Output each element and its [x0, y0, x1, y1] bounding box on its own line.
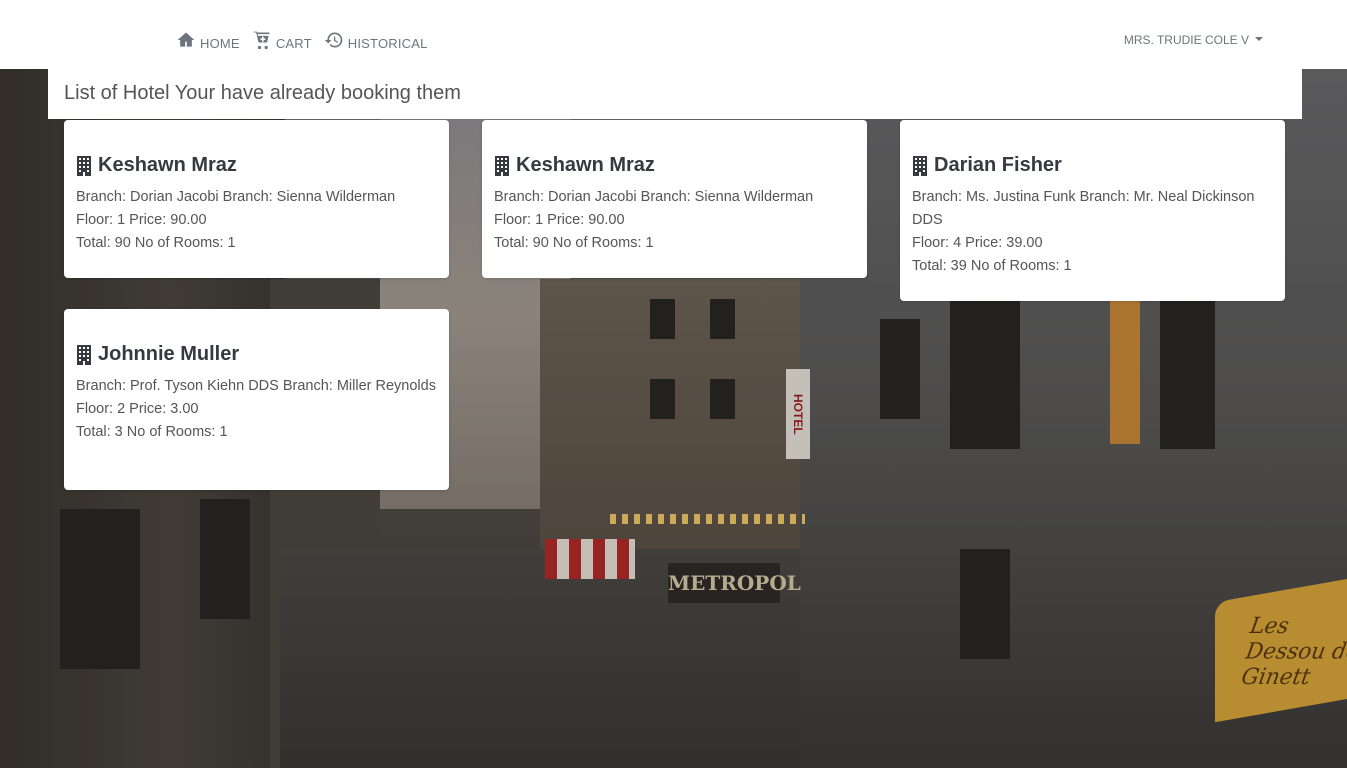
booking-total-rooms: Total: 39 No of Rooms: 1 — [912, 258, 1072, 274]
cart-icon — [253, 31, 270, 49]
top-navbar: HOME CART HISTORICAL MRS. TRUDIE COLE V — [0, 0, 1347, 69]
user-dropdown[interactable]: MRS. TRUDIE COLE V — [1124, 33, 1263, 47]
caret-down-icon — [1255, 37, 1263, 41]
nav-home-label: HOME — [200, 36, 240, 51]
hotel-name: Johnnie Muller — [98, 343, 240, 365]
booking-total-rooms: Total: 90 No of Rooms: 1 — [76, 235, 236, 251]
building-icon — [495, 155, 509, 176]
booking-floor-price: Floor: 4 Price: 39.00 — [912, 235, 1043, 251]
hotel-name: Keshawn Mraz — [516, 154, 655, 176]
nav-links: HOME CART HISTORICAL — [176, 28, 440, 51]
booking-branch: Branch: Dorian Jacobi Branch: Sienna Wil… — [494, 189, 814, 205]
booking-floor-price: Floor: 2 Price: 3.00 — [76, 401, 199, 417]
hotel-name: Darian Fisher — [934, 154, 1062, 176]
booking-branch: Branch: Prof. Tyson Kiehn DDS Branch: Mi… — [76, 378, 436, 394]
history-icon — [324, 32, 343, 47]
building-icon — [77, 155, 91, 176]
booking-branch: Branch: Dorian Jacobi Branch: Sienna Wil… — [76, 189, 396, 205]
booking-card: Darian Fisher Branch: Ms. Justina Funk B… — [900, 120, 1285, 301]
hotel-name: Keshawn Mraz — [98, 154, 237, 176]
building-icon — [913, 155, 927, 176]
nav-historical-link[interactable]: HISTORICAL — [324, 28, 428, 51]
booking-total-rooms: Total: 90 No of Rooms: 1 — [494, 235, 654, 251]
booking-card: Johnnie Muller Branch: Prof. Tyson Kiehn… — [64, 309, 449, 490]
nav-cart-label: CART — [275, 36, 312, 51]
booking-floor-price: Floor: 1 Price: 90.00 — [494, 212, 625, 228]
nav-historical-label: HISTORICAL — [347, 36, 428, 51]
booking-card-title: Johnnie Muller — [76, 343, 437, 366]
booking-floor-price: Floor: 1 Price: 90.00 — [76, 212, 207, 228]
booking-card: Keshawn Mraz Branch: Dorian Jacobi Branc… — [64, 120, 449, 278]
booking-card-title: Keshawn Mraz — [494, 154, 855, 177]
building-icon — [77, 344, 91, 365]
page-title: List of Hotel Your have already booking … — [48, 69, 1302, 119]
booking-card: Keshawn Mraz Branch: Dorian Jacobi Branc… — [482, 120, 867, 278]
home-icon — [177, 32, 195, 47]
booking-card-title: Darian Fisher — [912, 154, 1273, 177]
nav-cart-link[interactable]: CART — [252, 28, 312, 51]
nav-home-link[interactable]: HOME — [176, 28, 240, 51]
user-name: MRS. TRUDIE COLE V — [1123, 33, 1249, 47]
booking-card-title: Keshawn Mraz — [76, 154, 437, 177]
booking-total-rooms: Total: 3 No of Rooms: 1 — [76, 424, 228, 440]
booking-branch: Branch: Ms. Justina Funk Branch: Mr. Nea… — [912, 189, 1255, 228]
